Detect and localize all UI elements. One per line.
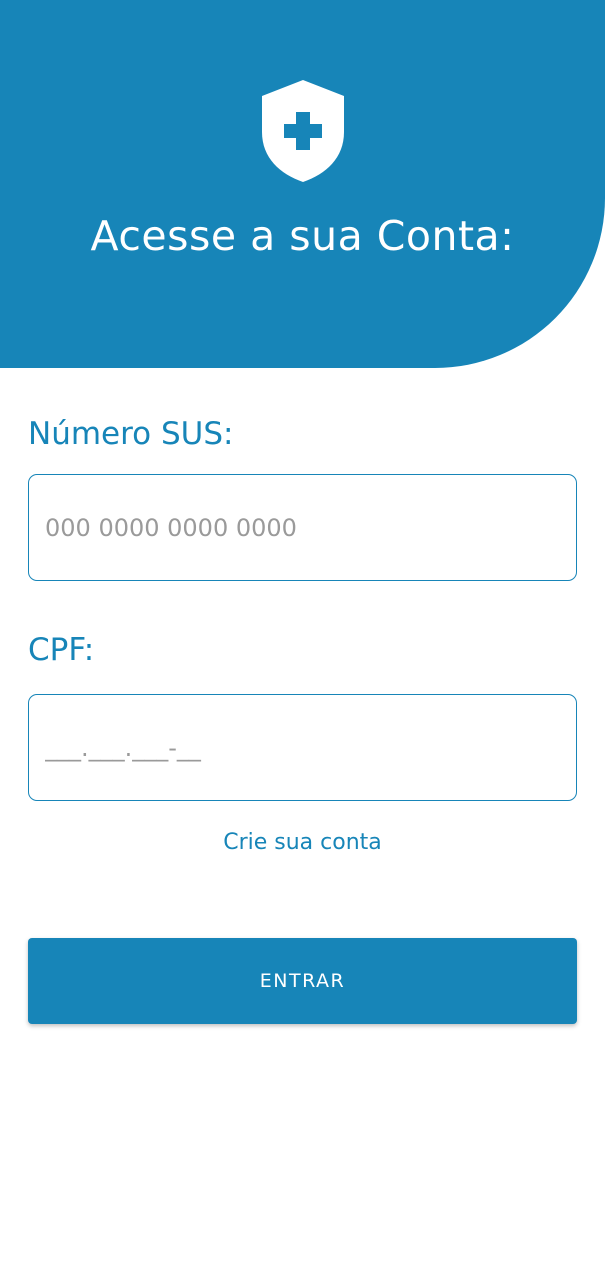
cpf-input[interactable] (28, 694, 577, 801)
header-banner: Acesse a sua Conta: (0, 0, 605, 368)
cpf-label: CPF: (28, 632, 95, 668)
login-button[interactable]: ENTRAR (28, 938, 577, 1024)
create-account-link[interactable]: Crie sua conta (0, 830, 605, 855)
shield-plus-icon (262, 80, 344, 182)
sus-number-input[interactable] (28, 474, 577, 581)
sus-number-label: Número SUS: (28, 416, 234, 452)
page-title: Acesse a sua Conta: (90, 212, 515, 260)
